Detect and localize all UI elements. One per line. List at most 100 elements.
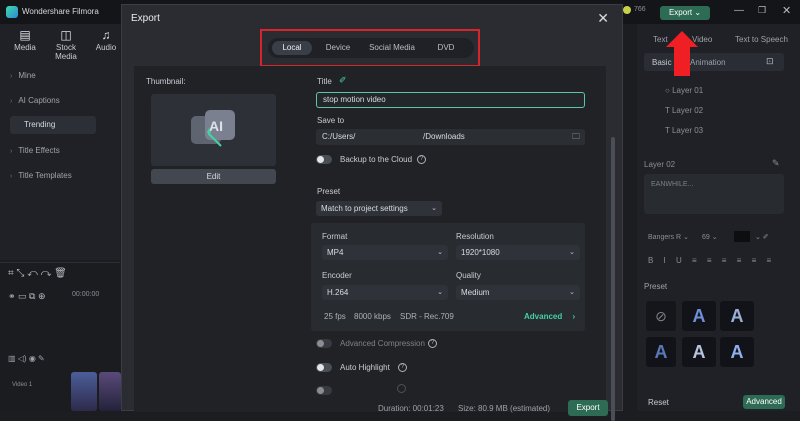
auto-highlight-toggle[interactable]: [316, 363, 332, 372]
chevron-down-icon: ⌄: [437, 289, 443, 296]
quality-select[interactable]: Medium ⌄: [456, 285, 580, 300]
help-icon[interactable]: ?: [398, 363, 407, 372]
filmora-logo: [6, 6, 18, 18]
video-clip[interactable]: [99, 372, 121, 411]
maximize-icon[interactable]: ❐: [758, 5, 766, 16]
app-title: Wondershare Filmora: [22, 7, 99, 16]
stock-media-icon: ◫: [60, 28, 72, 42]
layer-item[interactable]: T Layer 02: [665, 106, 703, 115]
backup-cloud-toggle[interactable]: [316, 155, 332, 164]
track-tools: ⚭ ▭ ⧉ ⊕: [8, 291, 46, 301]
chevron-down-icon: ⌄: [437, 249, 443, 256]
text-format-toolbar[interactable]: B I U ≡ ≡ ≡ ≡ ≡ ≡: [648, 256, 775, 265]
svg-text:AI: AI: [209, 118, 223, 134]
format-label: Format: [322, 232, 348, 241]
advanced-settings-link[interactable]: Advanced ›: [524, 312, 575, 321]
text-layer-icon: T: [665, 126, 672, 135]
export-button-top[interactable]: Export ⌄: [660, 6, 710, 20]
reset-button[interactable]: Reset: [648, 398, 669, 407]
ai-text-icon[interactable]: ✎: [772, 158, 780, 169]
sidebar-item-mine[interactable]: › Mine: [10, 71, 36, 80]
folder-icon[interactable]: 🗀: [572, 129, 580, 145]
advanced-button-panel[interactable]: Advanced: [743, 395, 785, 409]
chevron-right-icon: ›: [10, 173, 13, 180]
save-preset-icon[interactable]: ⊡: [766, 56, 774, 67]
no-preset-icon[interactable]: ⊘: [646, 301, 676, 331]
layer-item[interactable]: T Layer 03: [665, 126, 703, 135]
chevron-right-icon: ›: [10, 98, 13, 105]
preset-select[interactable]: Match to project settings ⌄: [316, 201, 442, 216]
format-select[interactable]: MP4 ⌄: [322, 245, 448, 260]
track-controls: ▥ ◁) ◉ ✎: [8, 354, 45, 363]
chevron-right-icon: ›: [10, 73, 13, 80]
preset-label: Preset: [317, 187, 341, 196]
thumbnail-label: Thumbnail:: [146, 77, 186, 86]
bitrate-value: 8000 kbps: [354, 312, 391, 321]
export-dialog: Export ✕ Local Device Social Media DVD T…: [121, 4, 623, 421]
timeline-timecode: 00:00:00: [72, 291, 100, 298]
scrollbar[interactable]: [611, 137, 615, 421]
credits-icon: [623, 6, 631, 14]
help-icon[interactable]: [397, 384, 406, 393]
advanced-compression-label: Advanced Compression: [340, 339, 425, 348]
preset-label: Preset: [644, 282, 668, 291]
preset-tile[interactable]: A: [682, 301, 716, 331]
partial-toggle[interactable]: [316, 386, 332, 395]
minimize-icon[interactable]: —: [734, 5, 744, 16]
subtab-animation[interactable]: Animation: [690, 58, 726, 67]
encoder-select[interactable]: H.264 ⌄: [322, 285, 448, 300]
video-clip[interactable]: [71, 372, 97, 411]
preset-tile[interactable]: A: [682, 337, 716, 367]
help-icon[interactable]: ?: [417, 155, 426, 164]
tab-text-to-speech[interactable]: Text to Speech: [735, 35, 788, 44]
chevron-down-icon: ⌄: [694, 8, 702, 17]
sidebar-item-title-effects[interactable]: › Title Effects: [10, 146, 60, 155]
edit-thumbnail-button[interactable]: Edit: [151, 169, 276, 184]
thumbnail-preview: AI: [151, 94, 276, 166]
export-button[interactable]: Export: [568, 400, 608, 416]
color-swatch[interactable]: [734, 231, 750, 242]
highlight-box: [260, 29, 480, 67]
resolution-label: Resolution: [456, 232, 494, 241]
music-note-icon: ♫: [101, 28, 111, 42]
media-icon: ▤: [19, 28, 31, 42]
subtab-basic[interactable]: Basic: [652, 58, 672, 67]
tab-stock-media[interactable]: ◫ Stock Media: [44, 28, 88, 61]
preset-tile[interactable]: A: [646, 337, 676, 367]
track-label: Video 1: [12, 382, 33, 388]
preset-tile[interactable]: A: [720, 337, 754, 367]
ai-rename-icon[interactable]: ✐: [339, 75, 347, 86]
help-icon[interactable]: ?: [428, 339, 437, 348]
title-input[interactable]: stop motion video: [316, 92, 585, 108]
auto-highlight-label: Auto Highlight: [340, 363, 390, 372]
duration-label: Duration: 00:01:23: [378, 404, 444, 413]
tab-media[interactable]: ▤ Media: [11, 28, 39, 52]
eyedropper-icon[interactable]: ⌄ ✐: [755, 233, 769, 241]
save-to-label: Save to: [317, 116, 345, 125]
fps-value: 25 fps: [324, 312, 346, 321]
close-window-icon[interactable]: ✕: [782, 4, 791, 17]
tab-audio[interactable]: ♫ Audio: [92, 28, 120, 52]
sidebar-item-title-templates[interactable]: › Title Templates: [10, 171, 72, 180]
sidebar-item-trending[interactable]: Trending: [10, 116, 96, 134]
font-size-select[interactable]: 69 ⌄: [702, 233, 718, 241]
title-label: Title: [317, 77, 332, 86]
text-preview-box[interactable]: EANWHILE...: [644, 174, 784, 214]
selected-layer-label: Layer 02: [644, 160, 676, 169]
resolution-select[interactable]: 1920*1080 ⌄: [456, 245, 580, 260]
ai-thumbnail-icon: AI: [191, 110, 235, 147]
layer-icon: ○: [665, 86, 673, 95]
color-space-value: SDR - Rec.709: [400, 312, 454, 321]
layer-item[interactable]: ○ Layer 01: [665, 86, 703, 95]
sidebar-item-ai-captions[interactable]: › AI Captions: [10, 96, 60, 105]
save-path-field[interactable]: C:/Users/ /Downloads 🗀: [316, 129, 585, 145]
credits-count: 766: [634, 6, 646, 13]
font-select[interactable]: Bangers R ⌄: [648, 233, 689, 241]
advanced-compression-toggle[interactable]: [316, 339, 332, 348]
backup-cloud-label: Backup to the Cloud: [340, 155, 413, 164]
size-label: Size: 80.9 MB (estimated): [458, 404, 551, 413]
dialog-title: Export: [131, 13, 160, 24]
close-icon[interactable]: ✕: [597, 10, 609, 27]
preset-tile[interactable]: A: [720, 301, 754, 331]
chevron-down-icon: ⌄: [431, 205, 437, 212]
